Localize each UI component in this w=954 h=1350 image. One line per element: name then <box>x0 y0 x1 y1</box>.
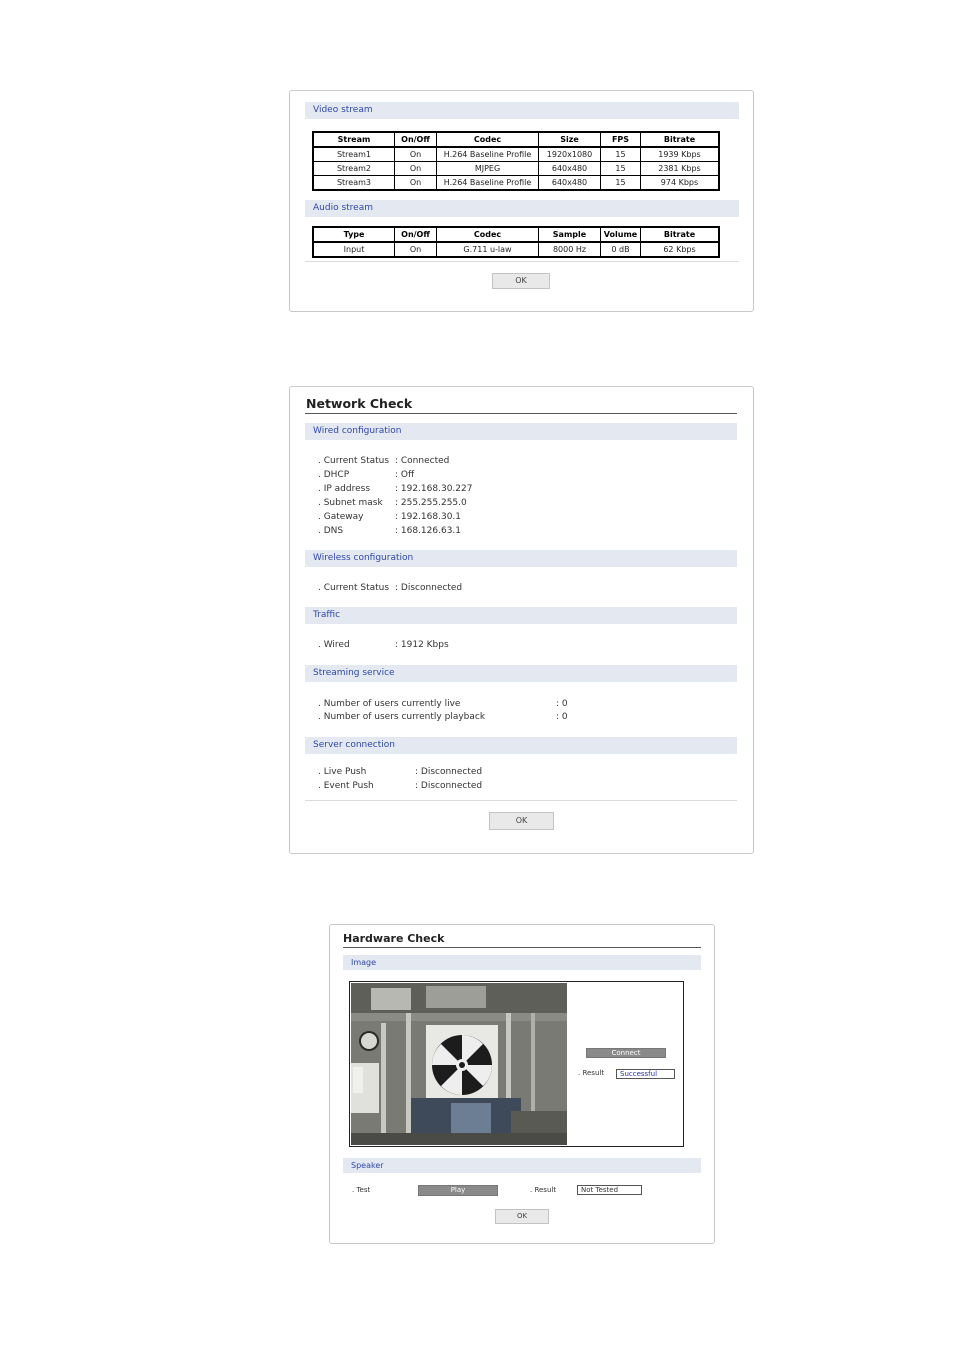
speaker-test-label: . Test <box>352 1186 371 1194</box>
label: . Current Status <box>318 456 390 466</box>
cell: 15 <box>600 146 641 162</box>
cell: On <box>394 161 437 176</box>
server-connection-header: Server connection <box>305 737 737 754</box>
value: : 1912 Kbps <box>395 640 449 650</box>
table-row: Stream3 On H.264 Baseline Profile 640x48… <box>312 175 720 191</box>
traffic-header: Traffic <box>305 607 737 624</box>
label: . DNS <box>318 526 344 536</box>
cell: Input <box>312 241 395 258</box>
audio-stream-table: Type On/Off Codec Sample Volume Bitrate … <box>312 226 720 258</box>
cell: 1920x1080 <box>538 146 601 162</box>
value: : Disconnected <box>415 781 483 791</box>
speaker-section-header: Speaker <box>343 1158 701 1173</box>
label: . DHCP <box>318 470 350 480</box>
cell: 8000 Hz <box>538 241 601 258</box>
cell: Stream2 <box>312 161 395 176</box>
col-size: Size <box>538 131 601 148</box>
value: : 255.255.255.0 <box>395 498 467 508</box>
col-onoff: On/Off <box>394 226 437 243</box>
image-section-header: Image <box>343 955 701 970</box>
video-stream-table: Stream On/Off Codec Size FPS Bitrate Str… <box>312 131 720 191</box>
ok-button[interactable]: OK <box>489 812 554 830</box>
title-rule <box>305 413 737 414</box>
value: : Connected <box>395 456 450 466</box>
table-row: Stream1 On H.264 Baseline Profile 1920x1… <box>312 146 720 162</box>
cell: H.264 Baseline Profile <box>436 175 539 191</box>
label: . Number of users currently live <box>318 699 461 709</box>
label: . Event Push <box>318 781 374 791</box>
value: : 0 <box>556 712 568 722</box>
camera-preview-image <box>351 983 567 1145</box>
cell: 2381 Kbps <box>640 161 720 176</box>
wireless-configuration-header: Wireless configuration <box>305 550 737 567</box>
cell: H.264 Baseline Profile <box>436 146 539 162</box>
ok-button[interactable]: OK <box>495 1209 549 1224</box>
audio-table-header-row: Type On/Off Codec Sample Volume Bitrate <box>312 226 720 243</box>
streaming-service-header: Streaming service <box>305 665 737 682</box>
col-stream: Stream <box>312 131 395 148</box>
label: . Gateway <box>318 512 364 522</box>
value: : 192.168.30.227 <box>395 484 473 494</box>
camera-scene <box>351 983 567 1145</box>
video-table-header-row: Stream On/Off Codec Size FPS Bitrate <box>312 131 720 148</box>
cell: G.711 u-law <box>436 241 539 258</box>
cell: On <box>394 241 437 258</box>
label: . Subnet mask <box>318 498 383 508</box>
col-onoff: On/Off <box>394 131 437 148</box>
cell: 640x480 <box>538 175 601 191</box>
wired-configuration-header: Wired configuration <box>305 423 737 440</box>
cell: MJPEG <box>436 161 539 176</box>
cell: 62 Kbps <box>640 241 720 258</box>
divider <box>305 261 739 262</box>
cell: Stream1 <box>312 146 395 162</box>
connect-button[interactable]: Connect <box>586 1048 666 1058</box>
audio-stream-header: Audio stream <box>305 200 739 217</box>
col-volume: Volume <box>600 226 641 243</box>
value: : Disconnected <box>395 583 463 593</box>
cell: 640x480 <box>538 161 601 176</box>
cell: On <box>394 175 437 191</box>
table-row: Stream2 On MJPEG 640x480 15 2381 Kbps <box>312 161 720 176</box>
col-bitrate: Bitrate <box>640 226 720 243</box>
page-title: Hardware Check <box>343 932 445 945</box>
value: : 0 <box>556 699 568 709</box>
speaker-result-value: Not Tested <box>577 1185 642 1195</box>
image-result-value: Successful <box>616 1069 675 1079</box>
value: : Off <box>395 470 415 480</box>
col-fps: FPS <box>600 131 641 148</box>
cell: 0 dB <box>600 241 641 258</box>
cell: Stream3 <box>312 175 395 191</box>
value: : 192.168.30.1 <box>395 512 462 522</box>
image-test-frame: Connect . Result Successful <box>349 981 684 1147</box>
title-rule <box>343 947 701 948</box>
label: . Wired <box>318 640 350 650</box>
col-sample: Sample <box>538 226 601 243</box>
cell: 15 <box>600 161 641 176</box>
cell: 974 Kbps <box>640 175 720 191</box>
image-result-label: . Result <box>578 1069 605 1077</box>
value: : 168.126.63.1 <box>395 526 462 536</box>
table-row: Input On G.711 u-law 8000 Hz 0 dB 62 Kbp… <box>312 241 720 258</box>
col-codec: Codec <box>436 226 539 243</box>
speaker-result-label: . Result <box>530 1186 557 1194</box>
label: . Number of users currently playback <box>318 712 486 722</box>
cell: On <box>394 146 437 162</box>
divider <box>305 800 737 801</box>
label: . Current Status <box>318 583 390 593</box>
label: . Live Push <box>318 767 367 777</box>
page-title: Network Check <box>306 396 413 411</box>
cell: 15 <box>600 175 641 191</box>
label: . IP address <box>318 484 371 494</box>
cell: 1939 Kbps <box>640 146 720 162</box>
col-type: Type <box>312 226 395 243</box>
value: : Disconnected <box>415 767 483 777</box>
col-codec: Codec <box>436 131 539 148</box>
ok-button[interactable]: OK <box>492 273 550 289</box>
col-bitrate: Bitrate <box>640 131 720 148</box>
play-button[interactable]: Play <box>418 1185 498 1196</box>
video-stream-header: Video stream <box>305 102 739 119</box>
